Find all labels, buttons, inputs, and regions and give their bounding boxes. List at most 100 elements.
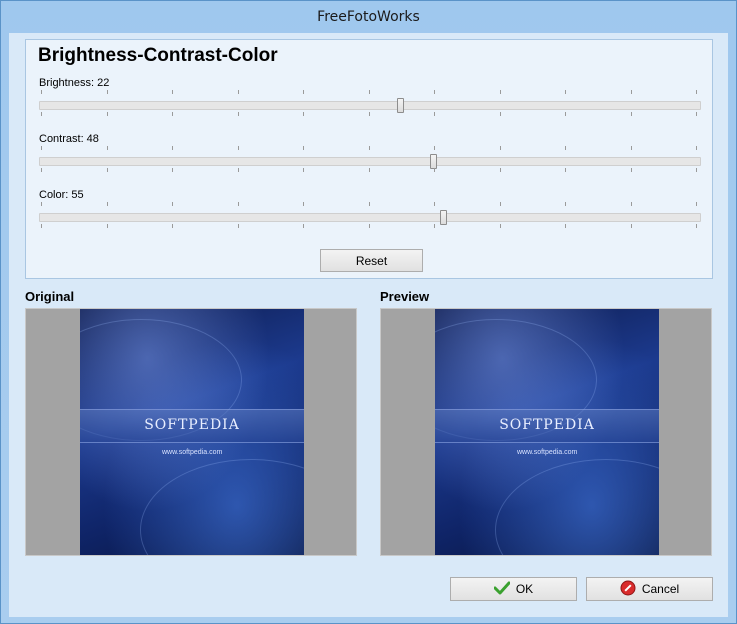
slider-tick <box>368 112 370 116</box>
slider-tick <box>172 112 173 116</box>
slider-tick <box>106 112 108 116</box>
slider-tick <box>630 224 632 228</box>
slider-tick <box>696 90 697 94</box>
slider-tick <box>696 112 697 116</box>
cancel-button-label: Cancel <box>641 582 680 596</box>
slider-tick <box>106 146 108 150</box>
slider-tick <box>696 224 697 228</box>
slider-tick <box>696 168 697 172</box>
color-ticks-top <box>41 202 701 212</box>
contrast-ticks-bottom <box>41 168 701 178</box>
reset-button[interactable]: Reset <box>320 249 423 272</box>
slider-tick <box>630 202 632 206</box>
slider-tick <box>237 168 239 172</box>
preview-url-text: www.softpedia.com <box>517 449 578 456</box>
slider-tick <box>41 224 42 228</box>
color-label: Color: 55 <box>39 189 84 201</box>
slider-tick <box>41 202 42 206</box>
contrast-ticks-top <box>41 146 701 156</box>
slider-tick <box>434 146 435 150</box>
slider-tick <box>696 202 697 206</box>
slider-tick <box>630 112 632 116</box>
preview-image-box: SOFTPEDIA www.softpedia.com <box>380 308 712 556</box>
slider-tick <box>172 224 173 228</box>
checkmark-icon <box>493 581 511 598</box>
slider-tick <box>565 224 566 228</box>
preview-label: Preview <box>380 289 430 304</box>
contrast-slider[interactable] <box>39 154 701 169</box>
ok-button-label: OK <box>515 582 534 596</box>
original-url-text: www.softpedia.com <box>162 449 223 456</box>
original-logo-text: SOFTPEDIA <box>144 417 240 433</box>
original-image-box: SOFTPEDIA www.softpedia.com <box>25 308 357 556</box>
slider-tick <box>106 202 108 206</box>
color-ticks-bottom <box>41 224 701 234</box>
slider-tick <box>630 168 632 172</box>
slider-tick <box>499 168 501 172</box>
no-entry-icon <box>620 580 636 599</box>
slider-tick <box>630 90 632 94</box>
slider-tick <box>303 146 304 150</box>
slider-tick <box>106 224 108 228</box>
slider-tick <box>172 202 173 206</box>
slider-tick <box>565 146 566 150</box>
slider-tick <box>368 202 370 206</box>
slider-tick <box>368 146 370 150</box>
brightness-ticks-top <box>41 90 701 100</box>
slider-tick <box>499 224 501 228</box>
window-title: FreeFotoWorks <box>317 9 420 25</box>
adjustment-panel: Brightness-Contrast-Color Brightness: 22… <box>25 39 713 279</box>
slider-tick <box>630 146 632 150</box>
slider-tick <box>368 90 370 94</box>
slider-tick <box>237 90 239 94</box>
slider-tick <box>368 224 370 228</box>
slider-tick <box>303 90 304 94</box>
slider-tick <box>41 112 42 116</box>
slider-tick <box>237 112 239 116</box>
slider-tick <box>41 146 42 150</box>
slider-tick <box>499 202 501 206</box>
app-window: FreeFotoWorks Brightness-Contrast-Color … <box>0 0 737 624</box>
slider-tick <box>434 202 435 206</box>
slider-tick <box>303 202 304 206</box>
slider-tick <box>434 90 435 94</box>
slider-tick <box>565 112 566 116</box>
slider-tick <box>172 146 173 150</box>
slider-tick <box>237 146 239 150</box>
original-label: Original <box>25 289 75 304</box>
dialog-client-area: Brightness-Contrast-Color Brightness: 22… <box>9 33 728 617</box>
slider-tick <box>237 202 239 206</box>
color-slider[interactable] <box>39 210 701 225</box>
slider-tick <box>303 224 304 228</box>
slider-tick <box>303 112 304 116</box>
brightness-slider-thumb[interactable] <box>397 98 404 113</box>
cancel-button[interactable]: Cancel <box>586 577 713 601</box>
slider-tick <box>172 168 173 172</box>
slider-tick <box>41 168 42 172</box>
slider-tick <box>41 90 42 94</box>
slider-tick <box>565 168 566 172</box>
preview-logo-text: SOFTPEDIA <box>499 417 595 433</box>
slider-tick <box>434 224 435 228</box>
slider-tick <box>434 168 435 172</box>
slider-tick <box>565 90 566 94</box>
contrast-slider-thumb[interactable] <box>430 154 437 169</box>
slider-tick <box>696 146 697 150</box>
slider-tick <box>237 224 239 228</box>
color-slider-thumb[interactable] <box>440 210 447 225</box>
slider-tick <box>106 90 108 94</box>
slider-tick <box>499 90 501 94</box>
brightness-label: Brightness: 22 <box>39 77 110 89</box>
preview-image: SOFTPEDIA www.softpedia.com <box>435 309 659 555</box>
brightness-ticks-bottom <box>41 112 701 122</box>
original-image: SOFTPEDIA www.softpedia.com <box>80 309 304 555</box>
brightness-slider[interactable] <box>39 98 701 113</box>
panel-title: Brightness-Contrast-Color <box>38 45 278 66</box>
ok-button[interactable]: OK <box>450 577 577 601</box>
slider-tick <box>434 112 435 116</box>
slider-tick <box>565 202 566 206</box>
slider-tick <box>303 168 304 172</box>
contrast-label: Contrast: 48 <box>39 133 99 145</box>
slider-tick <box>172 90 173 94</box>
slider-tick <box>368 168 370 172</box>
